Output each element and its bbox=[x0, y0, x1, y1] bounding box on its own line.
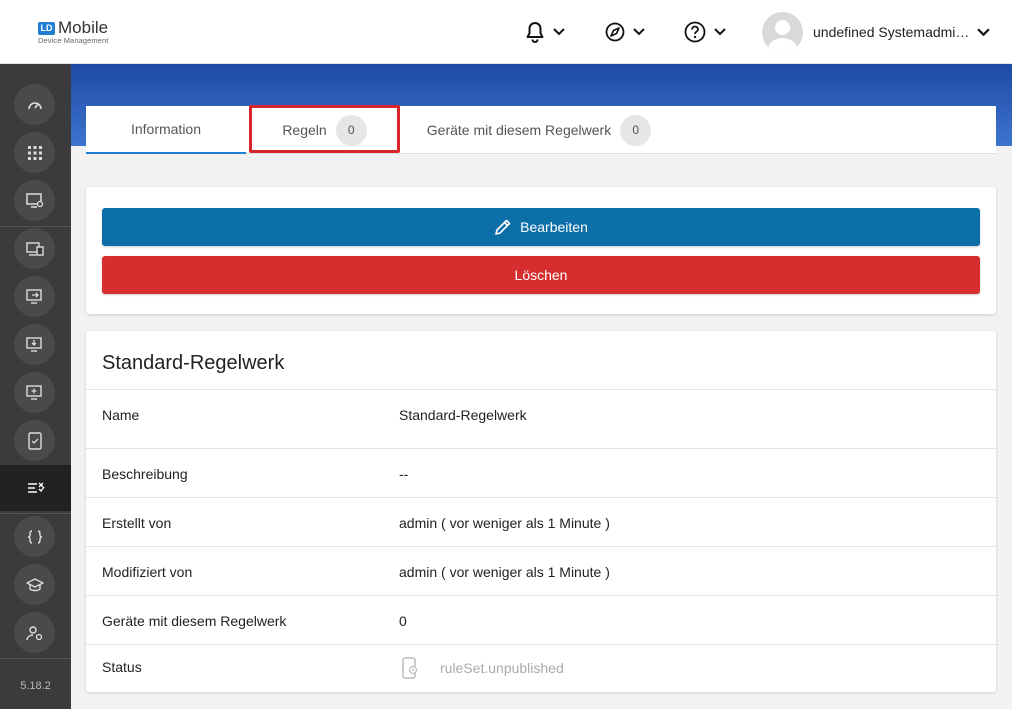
sidebar-divider bbox=[0, 226, 71, 227]
scrollbar-track[interactable] bbox=[1005, 146, 1012, 709]
phone-status-icon bbox=[402, 657, 418, 679]
chevron-down-icon bbox=[553, 28, 565, 36]
edit-button[interactable]: Bearbeiten bbox=[102, 208, 980, 246]
rules-icon bbox=[27, 482, 45, 493]
devices-icon bbox=[25, 241, 44, 256]
user-settings-icon bbox=[25, 625, 42, 640]
details-title: Standard-Regelwerk bbox=[102, 352, 285, 374]
detail-value: Standard-Regelwerk bbox=[399, 406, 527, 423]
chevron-down-icon bbox=[977, 27, 990, 36]
sidebar-item-user-settings[interactable] bbox=[14, 612, 55, 653]
delete-button-label: Löschen bbox=[514, 267, 568, 283]
tab-label: Geräte mit diesem Regelwerk bbox=[426, 122, 612, 138]
detail-value: admin ( vor weniger als 1 Minute ) bbox=[399, 514, 610, 531]
detail-label: Geräte mit diesem Regelwerk bbox=[102, 612, 287, 629]
notifications-button[interactable] bbox=[525, 20, 565, 44]
apps-grid-icon bbox=[27, 145, 42, 160]
logo-badge: LD bbox=[38, 22, 55, 35]
pencil-icon bbox=[495, 219, 511, 235]
logo-subtitle: Device Management bbox=[38, 36, 109, 45]
sidebar-divider bbox=[0, 658, 71, 659]
sidebar-divider bbox=[0, 513, 71, 514]
chevron-down-icon bbox=[633, 28, 645, 36]
sidebar-item-devices[interactable] bbox=[14, 228, 55, 269]
compass-button[interactable] bbox=[605, 20, 645, 44]
delete-button[interactable]: Löschen bbox=[102, 256, 980, 294]
help-button[interactable] bbox=[684, 20, 726, 44]
tab-label: Regeln bbox=[282, 122, 327, 138]
detail-row: Geräte mit diesem Regelwerk 0 bbox=[86, 595, 996, 644]
tab-label: Information bbox=[130, 121, 202, 137]
sidebar-item-device-check[interactable] bbox=[14, 420, 55, 461]
sidebar-item-device-settings[interactable] bbox=[14, 180, 55, 221]
device-settings-icon bbox=[25, 192, 43, 208]
details-card: Standard-Regelwerk Name Standard-Regelwe… bbox=[86, 331, 996, 692]
detail-label: Beschreibung bbox=[102, 465, 188, 482]
sidebar-item-device-transfer[interactable] bbox=[14, 276, 55, 317]
detail-value: -- bbox=[399, 465, 409, 482]
tab-bar: Information Regeln 0 Geräte mit diesem R… bbox=[86, 106, 996, 154]
detail-label: Name bbox=[102, 406, 140, 423]
sidebar-item-device-add[interactable] bbox=[14, 372, 55, 413]
tab-count-badge: 0 bbox=[335, 114, 367, 146]
detail-label: Erstellt von bbox=[102, 514, 172, 531]
tab-rules[interactable]: Regeln 0 bbox=[249, 106, 400, 154]
sidebar-item-rules[interactable] bbox=[0, 465, 71, 511]
detail-value: 0 bbox=[399, 612, 407, 629]
detail-row: Name Standard-Regelwerk bbox=[86, 389, 996, 438]
sidebar-item-apps[interactable] bbox=[14, 132, 55, 173]
device-add-icon bbox=[25, 384, 42, 400]
dashboard-icon bbox=[27, 101, 42, 109]
detail-label: Status bbox=[102, 659, 142, 675]
code-icon bbox=[27, 529, 42, 544]
edit-button-label: Bearbeiten bbox=[520, 219, 588, 235]
detail-label: Modifiziert von bbox=[102, 563, 193, 580]
avatar bbox=[762, 11, 803, 53]
top-bar: LD Mobile Device Management undefined Sy… bbox=[0, 0, 1012, 64]
sidebar: 5.18.2 bbox=[0, 64, 71, 709]
bell-icon bbox=[526, 22, 544, 43]
app-version: 5.18.2 bbox=[20, 680, 51, 692]
chevron-down-icon bbox=[714, 28, 726, 36]
detail-value: admin ( vor weniger als 1 Minute ) bbox=[399, 563, 610, 580]
sidebar-item-learning[interactable] bbox=[14, 564, 55, 605]
sidebar-item-dashboard[interactable] bbox=[14, 84, 55, 125]
detail-row: Modifiziert von admin ( vor weniger als … bbox=[86, 546, 996, 595]
help-icon bbox=[684, 21, 706, 43]
status-text: ruleSet.unpublished bbox=[440, 660, 564, 676]
detail-row: Status ruleSet.unpublished bbox=[86, 644, 996, 692]
device-transfer-icon bbox=[25, 288, 42, 304]
sidebar-item-device-download[interactable] bbox=[14, 324, 55, 365]
tab-information[interactable]: Information bbox=[86, 106, 246, 154]
tab-count-badge: 0 bbox=[620, 114, 652, 146]
user-name: undefined Systemadministrator bbox=[813, 24, 971, 40]
learning-icon bbox=[25, 577, 44, 591]
actions-card: Bearbeiten Löschen bbox=[86, 187, 996, 314]
detail-row: Beschreibung -- bbox=[86, 448, 996, 497]
tab-devices[interactable]: Geräte mit diesem Regelwerk 0 bbox=[416, 106, 662, 154]
compass-icon bbox=[605, 22, 625, 42]
device-check-icon bbox=[27, 431, 42, 450]
status-value: ruleSet.unpublished bbox=[402, 657, 564, 679]
sidebar-item-code[interactable] bbox=[14, 516, 55, 557]
user-menu[interactable]: undefined Systemadministrator bbox=[762, 11, 990, 53]
logo-title: Mobile bbox=[58, 18, 109, 37]
device-download-icon bbox=[25, 336, 42, 352]
detail-row: Erstellt von admin ( vor weniger als 1 M… bbox=[86, 497, 996, 546]
